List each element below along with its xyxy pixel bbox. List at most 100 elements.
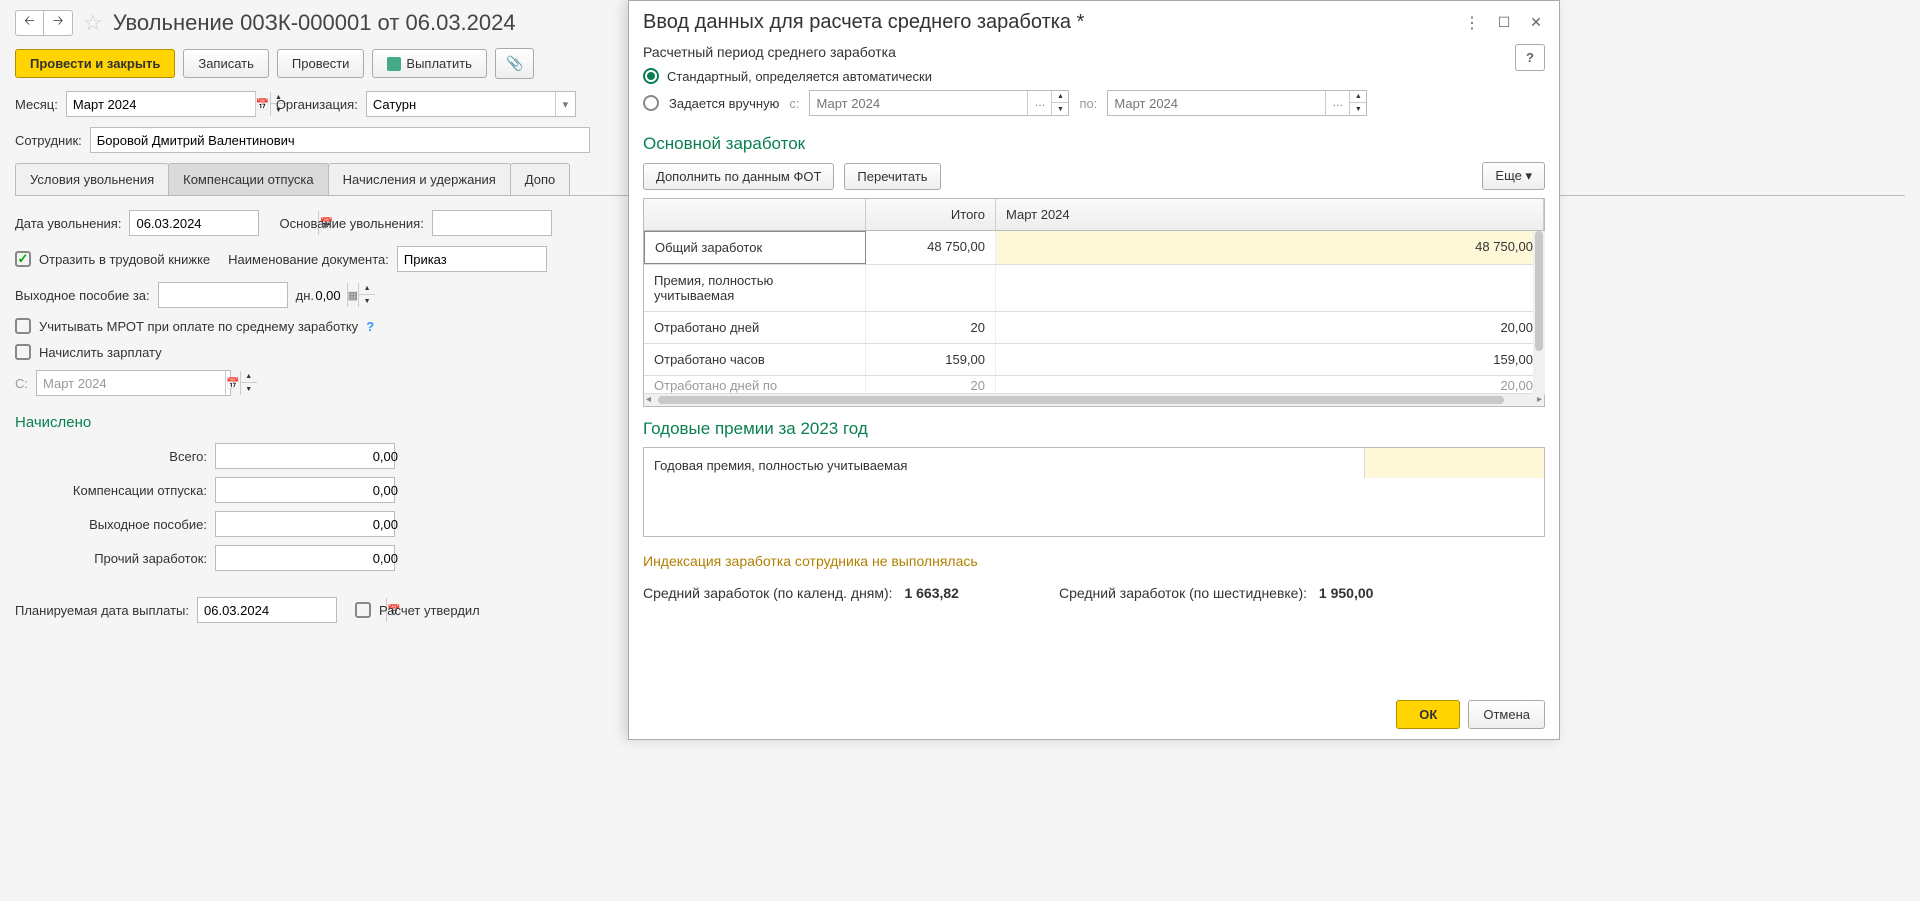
radio-manual[interactable] [643, 95, 659, 111]
more-menu-icon[interactable] [1463, 14, 1481, 32]
clip-icon [506, 56, 523, 71]
grid-row-total-income[interactable]: Общий заработок 48 750,00 48 750,00 [644, 231, 1544, 265]
mrot-checkbox[interactable] [15, 318, 31, 334]
pay-icon [387, 57, 401, 71]
month-input[interactable] [67, 97, 255, 112]
doc-name-input[interactable] [398, 252, 586, 267]
doc-name-label: Наименование документа: [228, 252, 389, 267]
from-down: ▼ [241, 383, 257, 395]
close-icon[interactable] [1527, 14, 1545, 32]
tab-vacation-comp[interactable]: Компенсации отпуска [168, 163, 329, 195]
grid-row-days[interactable]: Отработано дней 20 20,00 [644, 312, 1544, 344]
severance-input[interactable] [159, 288, 347, 303]
manual-to-open-icon: … [1325, 91, 1349, 115]
manual-from-input [810, 96, 1027, 111]
radio-standard-label: Стандартный, определяется автоматически [667, 69, 932, 84]
page-title: Увольнение 00ЗК-000001 от 06.03.2024 [113, 10, 516, 36]
from-up: ▲ [241, 371, 257, 383]
other-income-input[interactable] [216, 551, 404, 566]
accrue-salary-checkbox[interactable] [15, 344, 31, 360]
from-month-input [37, 376, 225, 391]
days-label: дн. [296, 288, 314, 303]
radio-standard[interactable] [643, 68, 659, 84]
grid-hscrollbar[interactable]: ◂ ▸ [644, 394, 1544, 406]
tab-additional[interactable]: Допо [510, 163, 570, 195]
save-button[interactable]: Записать [183, 49, 269, 78]
approved-label: Расчет утвердил [379, 603, 480, 618]
reflect-book-checkbox[interactable] [15, 251, 31, 267]
pay-button-label: Выплатить [406, 56, 472, 71]
period-section-label: Расчетный период среднего заработка [643, 44, 1505, 60]
reflect-book-label: Отразить в трудовой книжке [39, 252, 210, 267]
avg-calendar-value: 1 663,82 [904, 585, 959, 601]
grid-col-march: Март 2024 [996, 199, 1544, 230]
vacation-comp-label: Компенсации отпуска: [15, 483, 207, 498]
avg-six-label: Средний заработок (по шестидневке): [1059, 585, 1307, 601]
maximize-icon[interactable] [1495, 14, 1513, 32]
avg-six-value: 1 950,00 [1319, 585, 1374, 601]
reread-button[interactable]: Перечитать [844, 163, 940, 190]
sev-up[interactable]: ▲ [359, 283, 375, 295]
grid-row-bonus[interactable]: Премия, полностью учитываемая [644, 265, 1544, 312]
severance-label: Выходное пособие за: [15, 288, 150, 303]
year-bonus-value-cell[interactable] [1364, 448, 1544, 478]
grid-col-name [644, 199, 866, 230]
manual-from-open-icon: … [1027, 91, 1051, 115]
post-and-close-button[interactable]: Провести и закрыть [15, 49, 175, 78]
manual-from-label: с: [789, 96, 799, 111]
total-label: Всего: [15, 449, 207, 464]
year-bonus-grid[interactable]: Годовая премия, полностью учитываемая [643, 447, 1545, 537]
pay-button[interactable]: Выплатить [372, 49, 487, 78]
org-label: Организация: [276, 97, 358, 112]
tab-accruals[interactable]: Начисления и удержания [328, 163, 511, 195]
grid-row-days-5day[interactable]: Отработано дней по пятидневной 20 20,00 [644, 376, 1544, 394]
grid-vscrollbar[interactable] [1533, 231, 1545, 395]
nav-back-button[interactable]: 🡠 [16, 11, 44, 35]
cancel-button[interactable]: Отмена [1468, 700, 1545, 729]
emp-input[interactable] [91, 133, 589, 148]
ok-button[interactable]: ОК [1396, 700, 1460, 729]
vacation-comp-input[interactable] [216, 483, 404, 498]
sev-pay-label: Выходное пособие: [15, 517, 207, 532]
accrued-heading: Начислено [15, 414, 395, 431]
sev-pay-input[interactable] [216, 517, 404, 532]
approved-checkbox[interactable] [355, 602, 371, 618]
emp-label: Сотрудник: [15, 133, 82, 148]
more-button[interactable]: Еще ▾ [1482, 162, 1545, 190]
severance-calc-icon[interactable]: ▦ [347, 283, 358, 307]
accrue-salary-label: Начислить зарплату [39, 345, 162, 360]
dismiss-date-label: Дата увольнения: [15, 216, 121, 231]
month-calendar-icon[interactable]: 📅 [255, 92, 270, 116]
grid-row-hours[interactable]: Отработано часов 159,00 159,00 [644, 344, 1544, 376]
planned-date-label: Планируемая дата выплаты: [15, 603, 189, 618]
year-bonus-row-label: Годовая премия, полностью учитываемая [644, 448, 1364, 536]
dialog-title: Ввод данных для расчета среднего заработ… [643, 11, 1463, 34]
from-label: С: [15, 376, 28, 391]
help-button[interactable]: ? [1515, 44, 1545, 71]
manual-to-label: по: [1079, 96, 1097, 111]
total-accrued-input[interactable] [216, 449, 404, 464]
year-bonus-heading: Годовые премии за 2023 год [643, 419, 1545, 439]
grid-col-total: Итого [866, 199, 996, 230]
avg-calendar-label: Средний заработок (по календ. дням): [643, 585, 893, 601]
month-label: Месяц: [15, 97, 58, 112]
mrot-label: Учитывать МРОТ при оплате по среднему за… [39, 319, 358, 334]
add-fot-button[interactable]: Дополнить по данным ФОТ [643, 163, 834, 190]
radio-manual-label: Задается вручную [669, 96, 779, 111]
help-icon[interactable]: ? [366, 319, 374, 334]
post-button[interactable]: Провести [277, 49, 365, 78]
manual-to-input [1108, 96, 1325, 111]
org-input[interactable] [367, 97, 555, 112]
tab-conditions[interactable]: Условия увольнения [15, 163, 169, 195]
nav-forward-button[interactable]: 🡢 [44, 11, 72, 35]
dismiss-basis-input[interactable] [433, 216, 621, 231]
from-calendar-icon: 📅 [225, 371, 240, 395]
other-income-label: Прочий заработок: [15, 551, 207, 566]
attach-button[interactable] [495, 48, 534, 79]
org-dropdown-icon[interactable]: ▾ [555, 92, 575, 116]
indexation-warning: Индексация заработка сотрудника не выпол… [643, 553, 1545, 569]
favorite-star-icon[interactable]: ☆ [83, 10, 103, 36]
sev-down[interactable]: ▼ [359, 295, 375, 307]
main-income-heading: Основной заработок [643, 134, 1545, 154]
dismiss-basis-label: Основание увольнения: [279, 216, 423, 231]
